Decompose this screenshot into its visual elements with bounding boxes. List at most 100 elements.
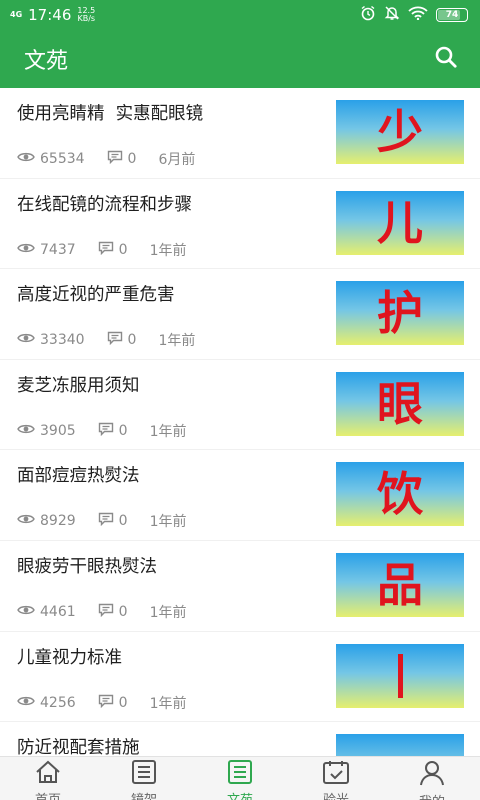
- eye-icon: [17, 242, 35, 258]
- article-title: 麦芝冻服用须知: [17, 375, 140, 396]
- article-title: 儿童视力标准: [17, 647, 122, 668]
- article-item[interactable]: 高度近视的严重危害 33340 0 1年前 护: [0, 269, 480, 360]
- thumbnail-stroke: [397, 653, 403, 698]
- publish-time: 1年前: [158, 333, 196, 350]
- search-icon: [434, 45, 458, 73]
- article-item[interactable]: 使用亮睛精 实惠配眼镜 65534 0 6月前 少: [0, 88, 480, 179]
- status-bar: 4G 17:46 12.5 KB/s 74: [0, 0, 480, 30]
- home-icon: [34, 760, 62, 788]
- view-count: 4256: [40, 694, 76, 711]
- article-meta: 4256 0 1年前: [17, 693, 208, 713]
- comment-icon: [98, 512, 114, 530]
- article-thumbnail: [336, 734, 464, 756]
- publish-time: 1年前: [149, 604, 187, 621]
- mute-bell-icon: [384, 5, 400, 25]
- view-count: 7437: [40, 241, 76, 258]
- article-thumbnail: 护: [336, 281, 464, 346]
- article-title: 使用亮睛精 实惠配眼镜: [17, 104, 204, 124]
- user-icon: [418, 760, 446, 790]
- comment-count: 0: [118, 241, 128, 258]
- network-indicator: 4G: [10, 10, 23, 19]
- article-thumbnail: 饮: [336, 462, 464, 527]
- network-speed: 12.5 KB/s: [77, 7, 95, 23]
- alarm-icon: [360, 5, 376, 25]
- article-thumbnail: 品: [336, 552, 464, 617]
- view-count: 3905: [40, 422, 76, 439]
- publish-time: 1年前: [149, 695, 187, 712]
- view-count: 8929: [40, 513, 76, 530]
- article-meta: 4461 0 1年前: [17, 602, 208, 622]
- article-meta: 7437 0 1年前: [17, 240, 208, 260]
- tab-profile[interactable]: 我的: [384, 757, 480, 800]
- calendar-icon: [322, 760, 350, 788]
- eye-icon: [17, 332, 35, 348]
- search-button[interactable]: [432, 45, 460, 73]
- comment-icon: [98, 422, 114, 440]
- article-meta: 3905 0 1年前: [17, 421, 208, 441]
- comment-count: 0: [118, 694, 128, 711]
- eye-icon: [17, 151, 35, 167]
- article-item[interactable]: 麦芝冻服用须知 3905 0 1年前 眼: [0, 360, 480, 451]
- eye-icon: [17, 604, 35, 620]
- comment-count: 0: [118, 513, 128, 530]
- eye-icon: [17, 695, 35, 711]
- eye-icon: [17, 513, 35, 529]
- page-title: 文苑: [24, 49, 69, 74]
- thumbnail-text: 眼: [377, 376, 423, 431]
- comment-count: 0: [127, 151, 137, 167]
- status-time: 17:46: [28, 6, 72, 24]
- publish-time: 6月前: [158, 152, 196, 168]
- view-count: 65534: [40, 151, 85, 167]
- comment-count: 0: [118, 422, 128, 439]
- list-icon: [131, 760, 157, 788]
- article-item[interactable]: 儿童视力标准 4256 0 1年前: [0, 632, 480, 723]
- publish-time: 1年前: [149, 514, 187, 531]
- article-item[interactable]: 面部痘痘热熨法 8929 0 1年前 饮: [0, 450, 480, 541]
- battery-indicator: 74: [436, 8, 468, 22]
- thumbnail-text: 品: [377, 557, 423, 612]
- article-title: 眼疲劳干眼热熨法: [17, 556, 157, 577]
- wifi-icon: [408, 6, 428, 24]
- publish-time: 1年前: [149, 242, 187, 259]
- article-title: 高度近视的严重危害: [17, 285, 175, 306]
- article-thumbnail: [336, 643, 464, 708]
- tab-optometry[interactable]: 验光: [288, 757, 384, 800]
- article-thumbnail: 少: [336, 100, 464, 164]
- article-item[interactable]: 在线配镜的流程和步骤 7437 0 1年前 儿: [0, 179, 480, 270]
- publish-time: 1年前: [149, 423, 187, 440]
- comment-icon: [98, 603, 114, 621]
- article-item[interactable]: 眼疲劳干眼热熨法 4461 0 1年前 品: [0, 541, 480, 632]
- comment-icon: [98, 694, 114, 712]
- view-count: 4461: [40, 603, 76, 620]
- article-title: 面部痘痘热熨法: [17, 466, 140, 487]
- article-thumbnail: 眼: [336, 371, 464, 436]
- article-meta: 8929 0 1年前: [17, 511, 208, 531]
- article-title: 在线配镜的流程和步骤: [17, 194, 192, 215]
- tab-profile-label: 我的: [419, 791, 445, 800]
- battery-level: 74: [445, 10, 459, 20]
- tab-home[interactable]: 首页: [0, 757, 96, 800]
- article-meta: 65534 0 6月前: [17, 149, 217, 169]
- tab-articles-label: 文苑: [227, 789, 253, 800]
- thumbnail-text: 少: [377, 105, 423, 159]
- thumbnail-text: 护: [377, 286, 423, 341]
- article-title: 防近视配套措施: [17, 738, 140, 756]
- article-item[interactable]: 防近视配套措施: [0, 722, 480, 756]
- tab-optometry-label: 验光: [323, 789, 349, 800]
- thumbnail-text: 饮: [377, 467, 423, 522]
- tab-articles[interactable]: 文苑: [192, 757, 288, 800]
- network-speed-unit: KB/s: [77, 14, 96, 23]
- tab-frames[interactable]: 镜架: [96, 757, 192, 800]
- article-thumbnail: 儿: [336, 190, 464, 255]
- tab-home-label: 首页: [35, 789, 61, 800]
- comment-icon: [98, 241, 114, 259]
- article-meta: 33340 0 1年前: [17, 330, 217, 350]
- tab-frames-label: 镜架: [131, 789, 157, 800]
- article-icon: [227, 760, 253, 788]
- comment-icon: [107, 150, 123, 168]
- comment-count: 0: [127, 332, 137, 349]
- article-list[interactable]: 使用亮睛精 实惠配眼镜 65534 0 6月前 少 在线配镜的流程和步骤 743…: [0, 88, 480, 756]
- thumbnail-text: 儿: [377, 195, 423, 250]
- comment-icon: [107, 331, 123, 349]
- bottom-tab-bar: 首页 镜架 文苑 验光 我的: [0, 756, 480, 800]
